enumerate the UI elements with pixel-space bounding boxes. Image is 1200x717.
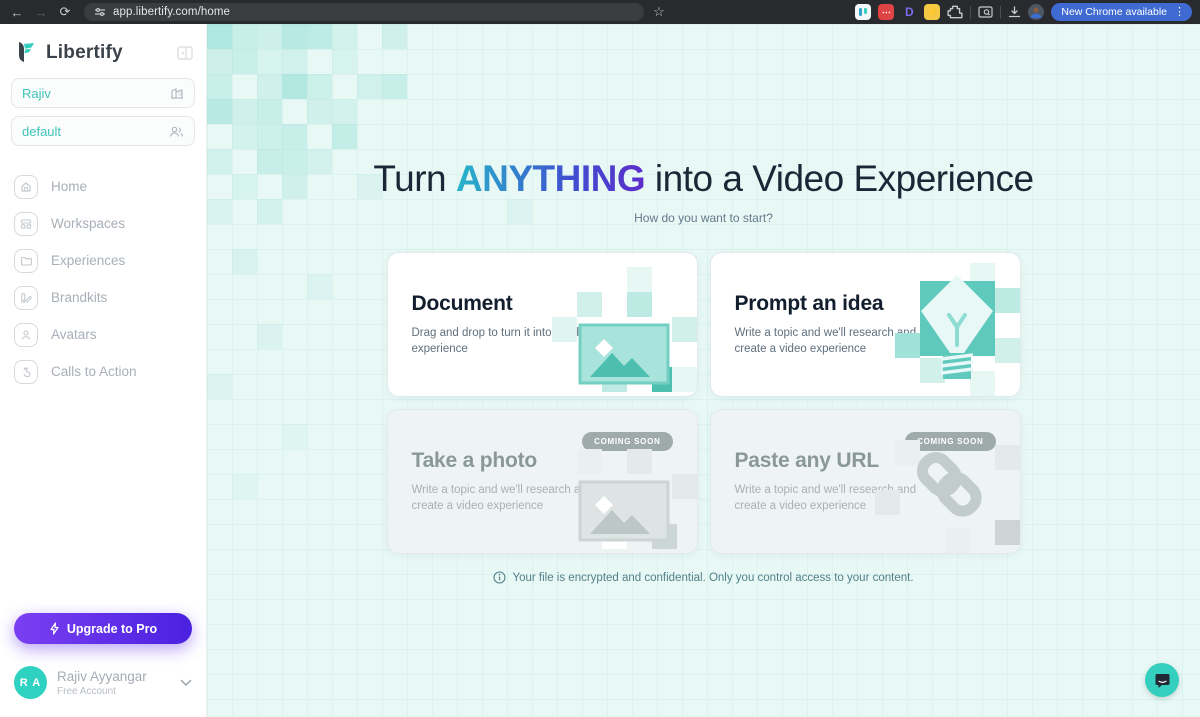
d-extension-icon[interactable]: D xyxy=(901,4,917,20)
chrome-update-label: New Chrome available xyxy=(1061,6,1167,18)
sidebar-item-label: Workspaces xyxy=(51,216,125,231)
page-title: Turn ANYTHING into a Video Experience xyxy=(207,158,1200,200)
bookmark-star-icon[interactable]: ☆ xyxy=(650,3,668,21)
workspace-value: default xyxy=(22,124,61,139)
sidebar-item-experiences[interactable]: Experiences xyxy=(0,242,206,279)
reload-icon[interactable]: ⟳ xyxy=(56,3,74,21)
start-options: Document Drag and drop to turn it into a… xyxy=(387,252,1021,554)
back-icon[interactable]: ← xyxy=(8,3,26,21)
address-bar[interactable]: app.libertify.com/home xyxy=(84,3,644,21)
url-text[interactable]: app.libertify.com/home xyxy=(113,6,230,18)
chat-bubble-icon xyxy=(1154,672,1171,689)
building-icon xyxy=(170,86,184,100)
red-dots-extension-icon[interactable]: ⋯ xyxy=(878,4,894,20)
privacy-note: Your file is encrypted and confidential.… xyxy=(207,571,1200,584)
brand-name: Libertify xyxy=(46,42,123,64)
jam-extension-icon[interactable] xyxy=(855,4,871,20)
browser-toolbar: ← → ⟳ app.libertify.com/home ☆ ⋯ D ⚡ xyxy=(0,0,1200,24)
card-document[interactable]: Document Drag and drop to turn it into a… xyxy=(387,252,698,397)
link-icon xyxy=(875,410,1020,553)
user-avatar: R A xyxy=(14,666,47,699)
title-highlight: ANYTHING xyxy=(456,158,645,199)
upgrade-label: Upgrade to Pro xyxy=(67,622,157,636)
lightning-extension-icon[interactable]: ⚡ xyxy=(924,4,940,20)
site-settings-icon[interactable] xyxy=(94,6,106,18)
chrome-update-button[interactable]: New Chrome available ⋮ xyxy=(1051,3,1192,21)
palette-icon xyxy=(20,292,32,304)
extensions-puzzle-icon[interactable] xyxy=(947,4,963,20)
person-icon xyxy=(20,329,32,341)
sidebar-item-workspaces[interactable]: Workspaces xyxy=(0,205,206,242)
image-icon xyxy=(552,253,697,396)
lightning-icon xyxy=(49,622,60,635)
forward-icon[interactable]: → xyxy=(32,3,50,21)
user-plan: Free Account xyxy=(57,686,147,697)
sidebar-item-calls-to-action[interactable]: Calls to Action xyxy=(0,353,206,390)
libertify-logo-icon xyxy=(13,40,39,66)
folder-icon xyxy=(20,255,32,267)
workspaces-icon xyxy=(20,218,32,230)
card-prompt-idea[interactable]: Prompt an idea Write a topic and we'll r… xyxy=(710,252,1021,397)
browser-menu-icon[interactable]: ⋮ xyxy=(1172,7,1187,18)
sidebar-nav: Home Workspaces Experiences Brandkits Av… xyxy=(0,168,206,613)
sidebar-item-brandkits[interactable]: Brandkits xyxy=(0,279,206,316)
toolbar-separator xyxy=(970,6,971,19)
main-content: Turn ANYTHING into a Video Experience Ho… xyxy=(207,24,1200,717)
profile-avatar-icon[interactable] xyxy=(1028,4,1044,20)
tab-search-icon[interactable] xyxy=(978,6,993,19)
sidebar-item-label: Avatars xyxy=(51,327,97,342)
people-icon xyxy=(169,125,184,138)
page-subtitle: How do you want to start? xyxy=(207,211,1200,225)
upgrade-to-pro-button[interactable]: Upgrade to Pro xyxy=(14,613,192,644)
chat-widget-button[interactable] xyxy=(1145,663,1179,697)
user-profile[interactable]: R A Rajiv Ayyangar Free Account xyxy=(0,658,206,717)
organization-value: Rajiv xyxy=(22,86,51,101)
downloads-icon[interactable] xyxy=(1008,6,1021,19)
sidebar-item-label: Calls to Action xyxy=(51,364,137,379)
user-name: Rajiv Ayyangar xyxy=(57,669,147,684)
toolbar-separator xyxy=(1000,6,1001,19)
chevron-down-icon[interactable] xyxy=(180,679,192,687)
card-take-photo: COMING SOON Take a photo Write a topic a… xyxy=(387,409,698,554)
sidebar-item-avatars[interactable]: Avatars xyxy=(0,316,206,353)
image-icon xyxy=(552,410,697,553)
sidebar-item-label: Experiences xyxy=(51,253,125,268)
lightbulb-icon xyxy=(875,253,1020,396)
sidebar-collapse-icon[interactable] xyxy=(177,45,193,61)
click-icon xyxy=(20,366,32,378)
workspace-selector[interactable]: default xyxy=(11,116,195,146)
sidebar-item-home[interactable]: Home xyxy=(0,168,206,205)
sidebar: Libertify Rajiv default xyxy=(0,24,207,717)
info-icon xyxy=(493,571,506,584)
card-paste-url: COMING SOON Paste any URL Write a topic … xyxy=(710,409,1021,554)
privacy-note-text: Your file is encrypted and confidential.… xyxy=(512,572,913,584)
sidebar-item-label: Home xyxy=(51,179,87,194)
organization-selector[interactable]: Rajiv xyxy=(11,78,195,108)
sidebar-item-label: Brandkits xyxy=(51,290,107,305)
home-icon xyxy=(20,181,32,193)
